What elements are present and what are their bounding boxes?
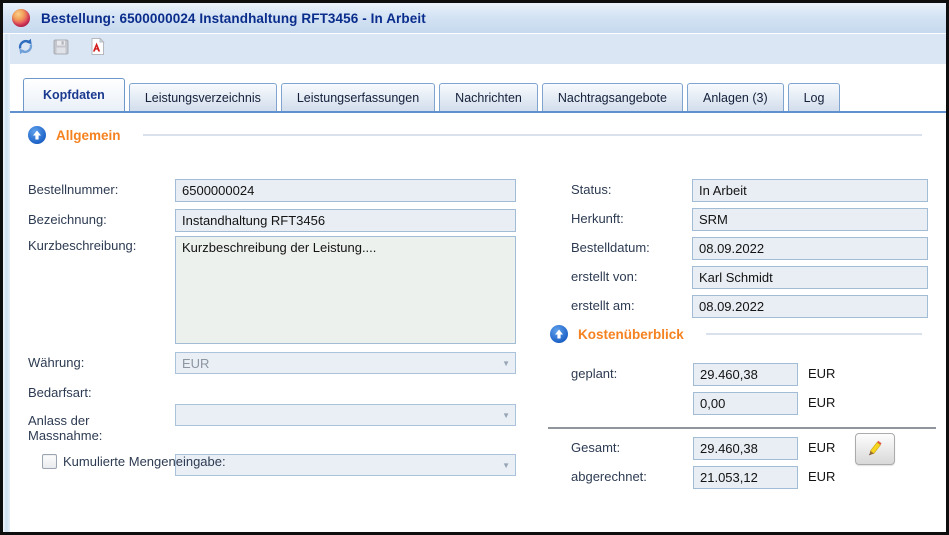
tab-log[interactable]: Log [788, 83, 841, 111]
section-title-allgemein: Allgemein [56, 128, 121, 143]
section-kosten-header: Kostenüberblick [550, 325, 934, 343]
tab-leistungsverzeichnis[interactable]: Leistungsverzeichnis [129, 83, 277, 111]
gesamt-currency: EUR [808, 440, 835, 455]
zeile2-currency: EUR [808, 395, 835, 410]
kosten-divider [548, 427, 936, 429]
kumulierte-label: Kumulierte Mengeneingabe: [63, 454, 226, 469]
abgerechnet-currency: EUR [808, 469, 835, 484]
refresh-button[interactable] [14, 38, 36, 60]
erstellt-am-label: erstellt am: [571, 298, 686, 313]
waehrung-label: Währung: [28, 355, 168, 370]
bestelldatum-field[interactable] [692, 237, 928, 260]
gesamt-field[interactable] [693, 437, 798, 460]
abgerechnet-label: abgerechnet: [571, 469, 686, 484]
section-allgemein-header: Allgemein [28, 126, 934, 144]
status-label: Status: [571, 182, 686, 197]
erstellt-von-field[interactable] [692, 266, 928, 289]
collapse-section-icon[interactable] [550, 325, 568, 343]
chevron-down-icon: ▼ [502, 411, 510, 420]
geplant-zeile2-field[interactable] [693, 392, 798, 415]
section-rule [143, 134, 922, 136]
toolbar [3, 34, 946, 64]
geplant-field[interactable] [693, 363, 798, 386]
herkunft-field[interactable] [692, 208, 928, 231]
tab-anlagen[interactable]: Anlagen (3) [687, 83, 784, 111]
waehrung-select[interactable]: EUR ▼ [175, 352, 516, 374]
bedarfsart-label: Bedarfsart: [28, 385, 168, 400]
abgerechnet-field[interactable] [693, 466, 798, 489]
collapse-section-icon[interactable] [28, 126, 46, 144]
status-field[interactable] [692, 179, 928, 202]
save-button[interactable] [50, 38, 72, 60]
anlass-select[interactable]: ▼ [175, 454, 516, 476]
erstellt-am-field[interactable] [692, 295, 928, 318]
save-icon [52, 38, 70, 61]
window-title: Bestellung: 6500000024 Instandhaltung RF… [41, 11, 426, 26]
chevron-down-icon: ▼ [502, 461, 510, 470]
bezeichnung-field[interactable] [175, 209, 516, 232]
kurzbeschreibung-field[interactable]: Kurzbeschreibung der Leistung.... [175, 236, 516, 344]
waehrung-selected-value: EUR [182, 356, 209, 371]
herkunft-label: Herkunft: [571, 211, 686, 226]
geplant-label: geplant: [571, 366, 686, 381]
tab-nachrichten[interactable]: Nachrichten [439, 83, 538, 111]
bestelldatum-label: Bestelldatum: [571, 240, 686, 255]
pencil-icon [867, 439, 884, 459]
gesamt-label: Gesamt: [571, 440, 686, 455]
kurzbeschreibung-label: Kurzbeschreibung: [28, 238, 168, 253]
bedarfsart-select[interactable]: ▼ [175, 404, 516, 426]
section-rule [706, 333, 922, 335]
refresh-icon [16, 37, 35, 61]
tab-panel-kopfdaten: Allgemein Bestellnummer: Bezeichnung: Ku… [10, 113, 946, 532]
anlass-label: Anlass der Massnahme: [28, 413, 138, 443]
pdf-export-icon [88, 37, 106, 61]
section-title-kosten: Kostenüberblick [578, 327, 684, 342]
app-window: Bestellung: 6500000024 Instandhaltung RF… [0, 0, 949, 535]
geplant-currency: EUR [808, 366, 835, 381]
kumulierte-checkbox[interactable] [42, 454, 57, 469]
bezeichnung-label: Bezeichnung: [28, 212, 168, 227]
window-frame-strip [3, 34, 10, 532]
tab-leistungserfassungen[interactable]: Leistungserfassungen [281, 83, 435, 111]
tab-strip: Kopfdaten Leistungsverzeichnis Leistungs… [10, 66, 946, 113]
bestellnummer-label: Bestellnummer: [28, 182, 168, 197]
bestellnummer-field[interactable] [175, 179, 516, 202]
app-logo-icon [12, 9, 30, 27]
edit-gesamt-button[interactable] [855, 433, 895, 465]
erstellt-von-label: erstellt von: [571, 269, 686, 284]
tab-kopfdaten[interactable]: Kopfdaten [23, 78, 125, 111]
tab-nachtragsangebote[interactable]: Nachtragsangebote [542, 83, 683, 111]
title-bar: Bestellung: 6500000024 Instandhaltung RF… [3, 3, 946, 34]
chevron-down-icon: ▼ [502, 359, 510, 368]
pdf-export-button[interactable] [86, 38, 108, 60]
